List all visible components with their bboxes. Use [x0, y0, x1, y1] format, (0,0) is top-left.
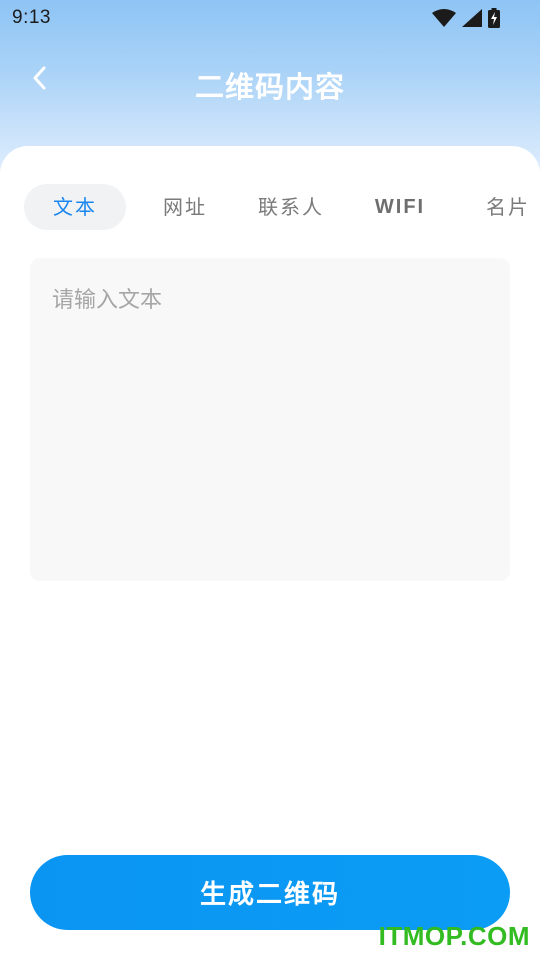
header: 二维码内容 [0, 50, 540, 112]
wifi-icon [432, 9, 456, 27]
content-type-tabs: 文本 网址 联系人 WIFI 名片 [0, 184, 540, 230]
tab-wifi[interactable]: WIFI [355, 184, 445, 230]
page-title: 二维码内容 [194, 70, 345, 104]
generate-qr-button[interactable]: 生成二维码 [30, 855, 510, 930]
signal-icon [462, 9, 482, 27]
status-time: 9:13 [12, 7, 51, 28]
tab-contact[interactable]: 联系人 [244, 184, 338, 230]
screen: 9:13 二维码内容 文本 网址 联系人 WIFI 名片 请输入文本 生成二维码… [0, 0, 540, 960]
content-card: 文本 网址 联系人 WIFI 名片 [0, 146, 540, 960]
status-icons [432, 8, 500, 28]
text-input[interactable] [30, 258, 510, 581]
battery-charging-icon [488, 8, 500, 28]
watermark-logo: ITMOP.COM [378, 921, 530, 951]
tab-url[interactable]: 网址 [140, 184, 230, 230]
tab-business-card[interactable]: 名片 [486, 184, 540, 230]
status-bar: 9:13 [0, 0, 540, 36]
tab-text[interactable]: 文本 [24, 184, 126, 230]
